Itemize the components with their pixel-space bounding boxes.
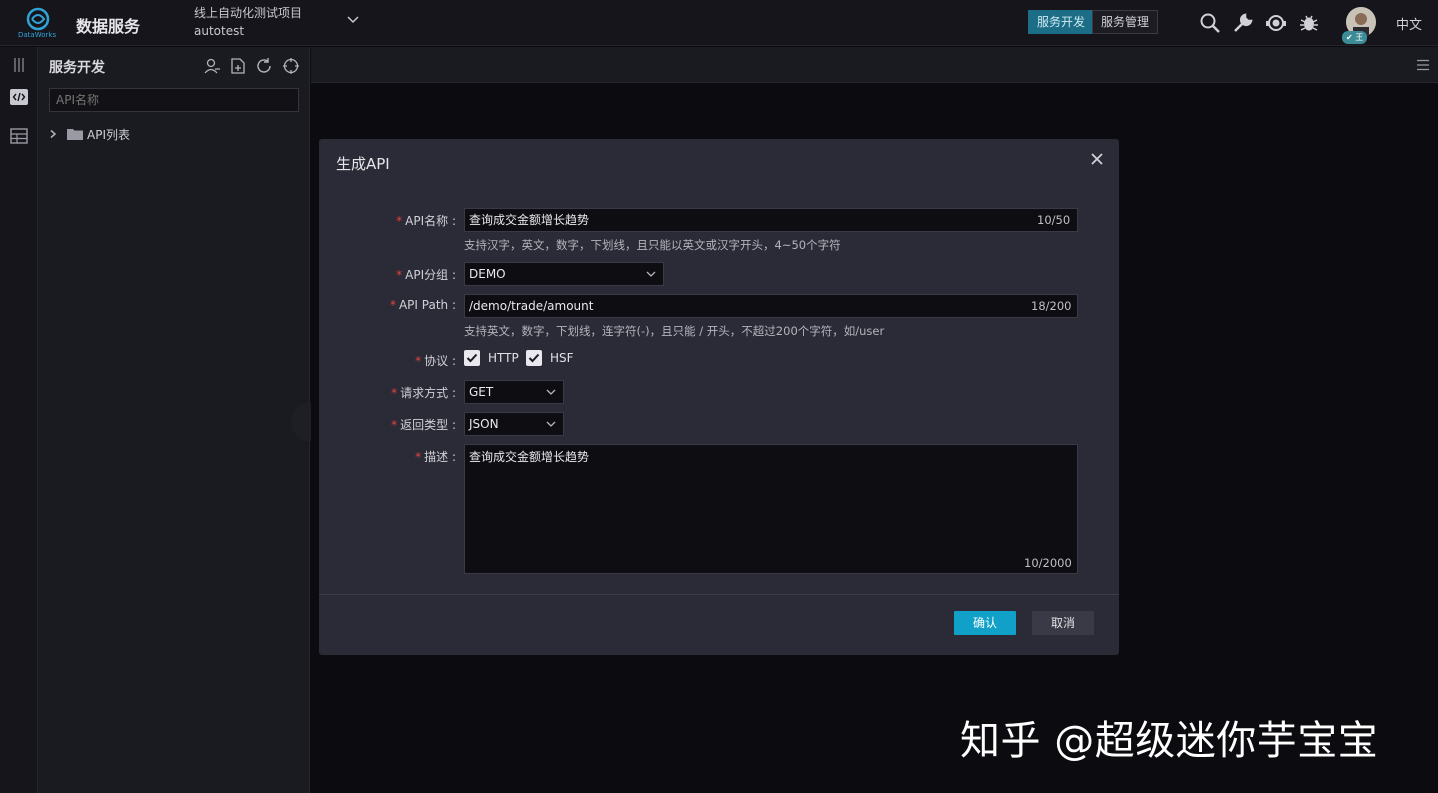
user-filter-icon[interactable] — [203, 57, 221, 75]
code-icon[interactable] — [9, 87, 29, 107]
support-icon[interactable] — [1264, 11, 1288, 35]
top-bar: DataWorks 数据服务 线上自动化测试项目 autotest 服务开发 服… — [0, 0, 1438, 46]
wrench-icon[interactable] — [1231, 11, 1255, 35]
tree-node-api-list[interactable]: API列表 — [48, 125, 130, 143]
hsf-checkbox-label[interactable]: HSF — [550, 351, 574, 365]
chevron-right-icon[interactable] — [48, 129, 58, 139]
request-method-label: * 请求方式 : — [391, 386, 456, 400]
chevron-down-icon — [546, 421, 556, 427]
generate-api-dialog: 生成API * API名称 : 查询成交金额增长趋势 10/50 支持汉字，英文，… — [319, 139, 1119, 655]
project-id: autotest — [194, 24, 245, 38]
api-name-counter: 10/50 — [1037, 213, 1071, 227]
http-checkbox-label[interactable]: HTTP — [488, 351, 519, 365]
checkmark-icon — [466, 353, 478, 363]
tree-node-label: API列表 — [87, 127, 130, 142]
api-search-input[interactable] — [49, 88, 299, 112]
search-icon[interactable] — [1198, 11, 1222, 35]
api-group-value: DEMO — [469, 267, 506, 281]
sidebar-title: 服务开发 — [49, 60, 105, 76]
return-type-select[interactable]: JSON — [464, 412, 564, 436]
description-label: * 描述 : — [415, 450, 456, 464]
user-badge: ✔ 王 — [1342, 31, 1368, 44]
refresh-icon[interactable] — [255, 57, 273, 75]
locate-icon[interactable] — [282, 57, 300, 75]
api-group-label: * API分组 : — [396, 268, 456, 282]
http-checkbox[interactable] — [464, 350, 480, 366]
api-path-counter: 18/200 — [1031, 299, 1072, 313]
api-name-input[interactable]: 查询成交金额增长趋势 — [464, 208, 1078, 232]
chevron-down-icon — [546, 389, 556, 395]
table-icon[interactable] — [9, 126, 29, 146]
chevron-down-icon[interactable] — [346, 15, 360, 25]
tab-service-management[interactable]: 服务管理 — [1092, 10, 1159, 34]
watermark: 知乎 @超级迷你芋宝宝 — [960, 718, 1379, 764]
description-value: 查询成交金额增长趋势 — [469, 450, 590, 464]
logo-text: DataWorks — [18, 31, 57, 39]
api-name-hint: 支持汉字，英文，数字，下划线，且只能以英文或汉字开头，4~50个字符 — [464, 238, 841, 252]
language-switch[interactable]: 中文 — [1396, 14, 1422, 33]
description-counter: 10/2000 — [1024, 556, 1072, 570]
protocol-label: * 协议 : — [415, 354, 456, 368]
return-type-label: * 返回类型 : — [391, 418, 456, 432]
tab-service-development[interactable]: 服务开发 — [1028, 10, 1095, 34]
dialog-title: 生成API — [336, 155, 390, 173]
api-path-input[interactable]: /demo/trade/amount — [464, 294, 1078, 318]
request-method-value: GET — [469, 385, 494, 399]
project-selector[interactable]: 线上自动化测试项目 autotest — [194, 4, 302, 40]
new-file-icon[interactable] — [229, 57, 247, 75]
api-path-value: /demo/trade/amount — [469, 299, 594, 313]
collapse-menu-icon[interactable] — [9, 55, 29, 75]
api-path-hint: 支持英文，数字，下划线，连字符(-)，且只能 / 开头，不超过200个字符，如/… — [464, 324, 885, 338]
project-name: 线上自动化测试项目 — [194, 6, 303, 20]
menu-icon[interactable] — [1416, 58, 1430, 72]
bug-icon[interactable] — [1297, 11, 1321, 35]
confirm-button[interactable]: 确认 — [954, 611, 1016, 635]
cancel-button[interactable]: 取消 — [1032, 611, 1094, 635]
chevron-down-icon — [646, 271, 656, 277]
api-name-value: 查询成交金额增长趋势 — [469, 213, 590, 227]
main-header-bar — [311, 47, 1438, 83]
api-path-label: * API Path : — [389, 298, 456, 312]
description-textarea[interactable]: 查询成交金额增长趋势 — [464, 444, 1078, 574]
app-title: 数据服务 — [76, 17, 141, 36]
close-icon[interactable] — [1089, 151, 1105, 167]
return-type-value: JSON — [469, 417, 499, 431]
left-rail — [0, 47, 38, 793]
checkmark-icon — [528, 353, 540, 363]
dialog-footer-divider — [319, 594, 1119, 595]
api-name-label: * API名称 : — [396, 214, 456, 228]
folder-icon — [67, 129, 83, 140]
api-group-select[interactable]: DEMO — [464, 262, 664, 286]
hsf-checkbox[interactable] — [526, 350, 542, 366]
request-method-select[interactable]: GET — [464, 380, 564, 404]
sidebar: 服务开发 API列表 — [38, 47, 310, 793]
